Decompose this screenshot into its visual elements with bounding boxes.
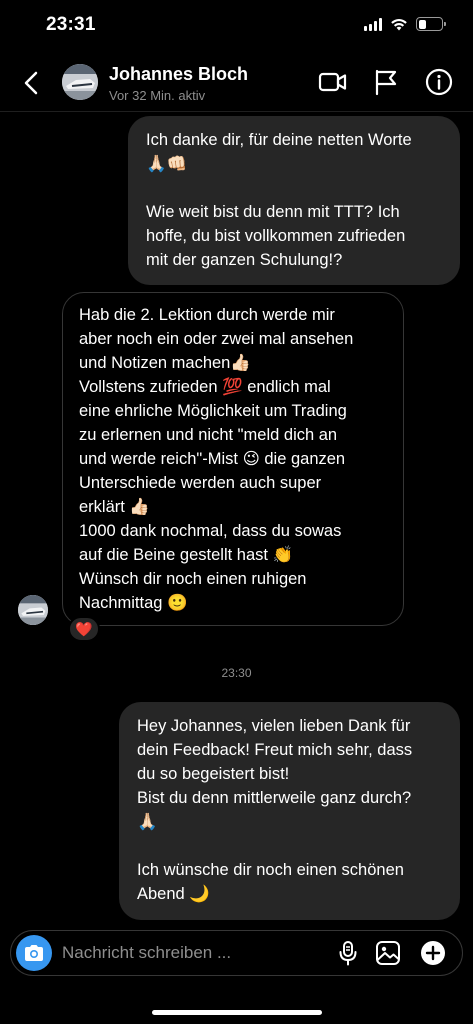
contact-status: Vor 32 Min. aktiv xyxy=(109,88,206,103)
wifi-icon xyxy=(391,18,407,30)
status-icons xyxy=(364,17,446,31)
battery-icon xyxy=(416,17,446,31)
home-indicator xyxy=(152,1010,322,1015)
message-timestamp: 23:30 xyxy=(221,666,252,680)
contact-name[interactable]: Johannes Bloch xyxy=(109,64,248,85)
contact-avatar[interactable] xyxy=(62,64,98,100)
heart-reaction[interactable]: ❤️ xyxy=(68,616,100,642)
message-sent-1[interactable]: Ich danke dir, für deine netten Worte 🙏🏻… xyxy=(128,116,460,285)
camera-icon[interactable] xyxy=(16,935,52,971)
plus-icon[interactable] xyxy=(419,939,447,967)
battery-fill xyxy=(418,19,427,29)
message-sent-2[interactable]: Hey Johannes, vielen lieben Dank für dei… xyxy=(119,702,460,920)
info-icon[interactable] xyxy=(424,67,454,97)
conversation-header: Johannes Bloch Vor 32 Min. aktiv xyxy=(0,54,473,112)
gallery-icon[interactable] xyxy=(374,939,402,967)
video-camera-icon[interactable] xyxy=(318,67,348,97)
message-input[interactable] xyxy=(62,931,312,975)
cellular-signal-icon xyxy=(364,17,382,31)
status-time: 23:31 xyxy=(46,14,96,35)
sender-avatar[interactable] xyxy=(18,595,48,625)
status-bar: 23:31 xyxy=(0,0,473,54)
back-chevron-icon[interactable] xyxy=(18,68,46,98)
flag-icon[interactable] xyxy=(371,67,401,97)
message-composer xyxy=(10,930,463,976)
message-received-1[interactable]: Hab die 2. Lektion durch werde mir aber … xyxy=(62,292,404,626)
microphone-icon[interactable] xyxy=(334,939,362,967)
